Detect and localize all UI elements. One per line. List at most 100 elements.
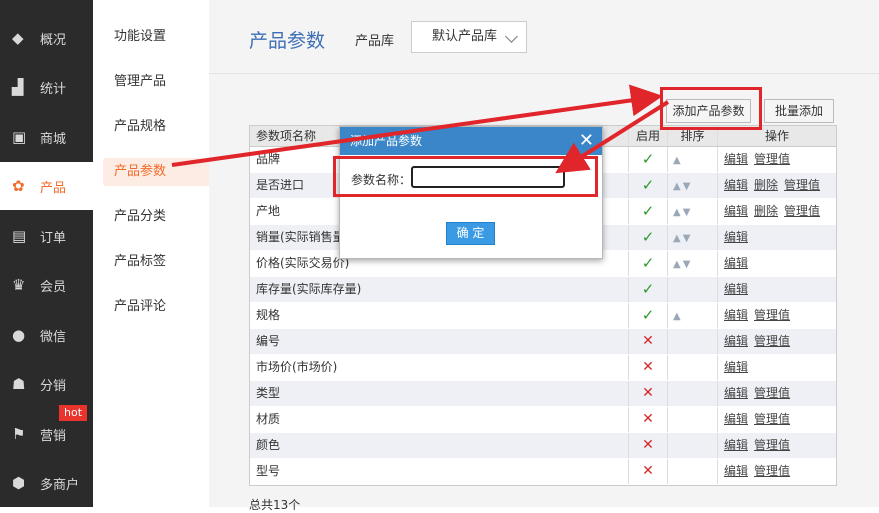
- check-icon[interactable]: ✓: [642, 280, 655, 298]
- sort-cell: ▲ ▼: [667, 199, 717, 224]
- op-link[interactable]: 管理值: [754, 438, 790, 452]
- ops-cell: 编辑 删除 管理值: [717, 173, 836, 198]
- merchant-icon: ⬢: [12, 474, 26, 492]
- nav-item-5[interactable]: ♛ 会员: [0, 261, 93, 309]
- op-link[interactable]: 编辑: [724, 438, 748, 452]
- op-link[interactable]: 编辑: [724, 152, 748, 166]
- nav-item-label: 统计: [40, 81, 67, 97]
- nav-item-1[interactable]: ▟ 统计: [0, 63, 93, 111]
- nav-item-label: 分销: [40, 378, 67, 394]
- ops-cell: 编辑 管理值: [717, 147, 836, 172]
- main-nav: ◆ 概况 ▟ 统计 ▣ 商城 ✿ 产品 ▤ 订单 ♛ 会员 ● 微信 ☗ 分销 ⚑ 营销 ⬢ 多商户: [0, 0, 93, 507]
- subnav-item-5[interactable]: 产品标签: [103, 248, 210, 276]
- op-link[interactable]: 管理值: [754, 152, 790, 166]
- store-icon: ▣: [12, 128, 27, 146]
- nav-item-3[interactable]: ✿ 产品: [0, 162, 93, 210]
- param-name: 编号: [256, 334, 281, 348]
- enabled-cell: ✓: [628, 251, 667, 276]
- op-link[interactable]: 编辑: [724, 256, 748, 270]
- cross-icon[interactable]: ✕: [642, 411, 654, 427]
- check-icon[interactable]: ✓: [642, 228, 655, 246]
- arrow-down-icon[interactable]: ▼: [683, 259, 691, 270]
- arrow-down-icon[interactable]: ▼: [683, 181, 691, 192]
- op-link[interactable]: 编辑: [724, 386, 748, 400]
- param-name: 颜色: [256, 438, 281, 452]
- dialog-header: 添加产品参数 ✕: [340, 127, 602, 155]
- nav-item-label: 营销: [40, 428, 67, 444]
- close-icon[interactable]: ✕: [579, 127, 594, 155]
- check-icon[interactable]: ✓: [642, 254, 655, 272]
- enabled-cell: ✓: [628, 147, 667, 172]
- ops-cell: 编辑 管理值: [717, 459, 836, 484]
- op-link[interactable]: 编辑: [724, 308, 748, 322]
- op-link[interactable]: 编辑: [724, 464, 748, 478]
- subnav-item-6[interactable]: 产品评论: [103, 293, 210, 321]
- op-link[interactable]: 管理值: [754, 308, 790, 322]
- op-link[interactable]: 管理值: [784, 204, 820, 218]
- op-link[interactable]: 编辑: [724, 360, 748, 374]
- param-name: 市场价(市场价): [256, 360, 338, 374]
- subnav-item-4[interactable]: 产品分类: [103, 203, 210, 231]
- ops-cell: 编辑 管理值: [717, 329, 836, 354]
- cross-icon[interactable]: ✕: [642, 333, 654, 349]
- ops-cell: 编辑 管理值: [717, 433, 836, 458]
- enabled-cell: ✕: [628, 459, 667, 484]
- ops-cell: 编辑 管理值: [717, 303, 836, 328]
- cross-icon[interactable]: ✕: [642, 359, 654, 375]
- param-name: 类型: [256, 386, 281, 400]
- arrow-up-icon[interactable]: ▲: [673, 311, 681, 322]
- op-link[interactable]: 编辑: [724, 230, 748, 244]
- nav-item-9[interactable]: ⬢ 多商户: [0, 459, 93, 507]
- confirm-button[interactable]: 确 定: [446, 222, 495, 245]
- cross-icon[interactable]: ✕: [642, 463, 654, 479]
- op-link[interactable]: 编辑: [724, 282, 748, 296]
- library-label: 产品库: [355, 34, 395, 49]
- order-icon: ▤: [12, 227, 27, 245]
- op-link[interactable]: 管理值: [754, 464, 790, 478]
- sort-cell: [667, 407, 717, 432]
- nav-item-2[interactable]: ▣ 商城: [0, 113, 93, 161]
- batch-add-button[interactable]: 批量添加: [764, 99, 834, 123]
- nav-item-label: 商城: [40, 131, 67, 147]
- enabled-cell: ✓: [628, 173, 667, 198]
- op-link[interactable]: 编辑: [724, 334, 748, 348]
- annotation-box-add-button: [660, 87, 762, 130]
- op-link[interactable]: 管理值: [754, 334, 790, 348]
- subnav-item-2[interactable]: 产品规格: [103, 113, 210, 141]
- arrow-up-icon[interactable]: ▲: [673, 233, 681, 244]
- library-select-value: 默认产品库: [432, 29, 498, 44]
- arrow-down-icon[interactable]: ▼: [683, 233, 691, 244]
- check-icon[interactable]: ✓: [642, 202, 655, 220]
- subnav-item-1[interactable]: 管理产品: [103, 68, 210, 96]
- cross-icon[interactable]: ✕: [642, 385, 654, 401]
- subnav-item-0[interactable]: 功能设置: [103, 23, 210, 51]
- op-link[interactable]: 编辑: [724, 178, 748, 192]
- total-count: 总共13个: [249, 498, 301, 512]
- arrow-up-icon[interactable]: ▲: [673, 181, 681, 192]
- arrow-down-icon[interactable]: ▼: [683, 207, 691, 218]
- op-link[interactable]: 编辑: [724, 204, 748, 218]
- op-link[interactable]: 删除: [754, 204, 778, 218]
- arrow-up-icon[interactable]: ▲: [673, 155, 681, 166]
- subnav-item-3[interactable]: 产品参数: [103, 158, 210, 186]
- op-link[interactable]: 管理值: [754, 386, 790, 400]
- check-icon[interactable]: ✓: [642, 176, 655, 194]
- op-link[interactable]: 管理值: [784, 178, 820, 192]
- enabled-cell: ✕: [628, 355, 667, 380]
- library-select[interactable]: 默认产品库: [411, 21, 527, 53]
- cross-icon[interactable]: ✕: [642, 437, 654, 453]
- nav-item-0[interactable]: ◆ 概况: [0, 14, 93, 62]
- param-name: 型号: [256, 464, 281, 478]
- arrow-up-icon[interactable]: ▲: [673, 207, 681, 218]
- nav-item-7[interactable]: ☗ 分销: [0, 360, 93, 408]
- sort-cell: ▲ ▼: [667, 173, 717, 198]
- arrow-up-icon[interactable]: ▲: [673, 259, 681, 270]
- ops-cell: 编辑 管理值: [717, 407, 836, 432]
- check-icon[interactable]: ✓: [642, 306, 655, 324]
- check-icon[interactable]: ✓: [642, 150, 655, 168]
- op-link[interactable]: 删除: [754, 178, 778, 192]
- nav-item-6[interactable]: ● 微信: [0, 311, 93, 359]
- op-link[interactable]: 编辑: [724, 412, 748, 426]
- op-link[interactable]: 管理值: [754, 412, 790, 426]
- nav-item-4[interactable]: ▤ 订单: [0, 212, 93, 260]
